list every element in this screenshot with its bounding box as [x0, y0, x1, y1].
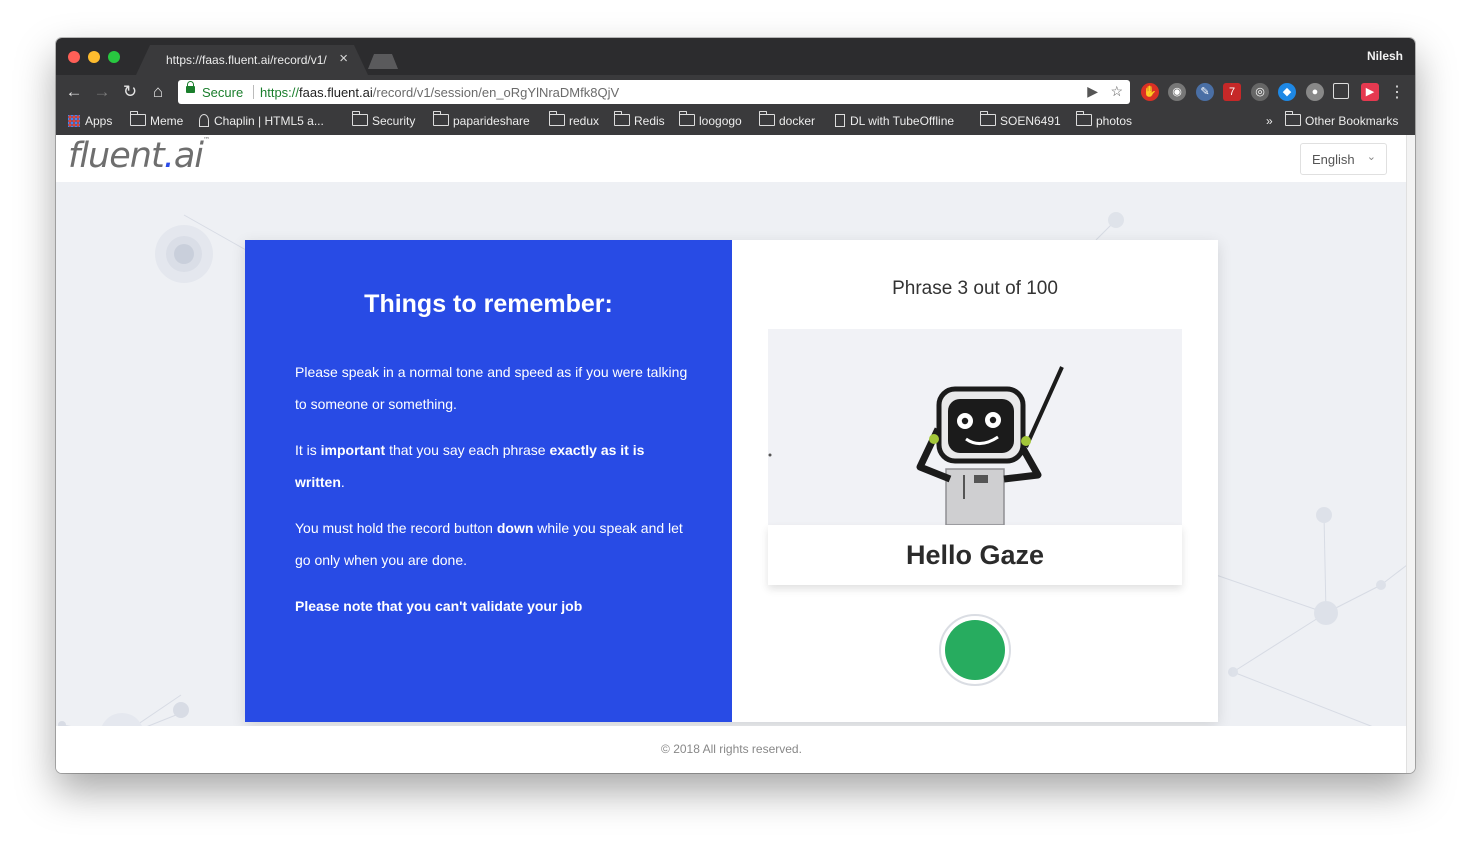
back-arrow-icon[interactable]: ← [63, 81, 85, 103]
record-button-fill [945, 620, 1005, 680]
url-host: faas.fluent.ai [299, 85, 373, 100]
camera-icon[interactable]: ▶ [1087, 83, 1098, 100]
instruction-tone: Please speak in a normal tone and speed … [295, 364, 688, 412]
site-header: fluent.ai™ English ⌄ [56, 135, 1407, 182]
folder-icon [433, 111, 449, 126]
robot-icon [768, 366, 1064, 525]
bookmark-docker[interactable]: docker [759, 111, 815, 128]
secure-label: Secure [202, 85, 244, 100]
folder-icon [1285, 111, 1301, 126]
apps-grid-icon [68, 115, 80, 127]
bookmark-soen6491[interactable]: SOEN6491 [980, 111, 1061, 128]
profile-name[interactable]: Nilesh [1367, 49, 1403, 63]
browser-toolbar: ← → ↻ ⌂ Secure https://faas.fluent.ai/re… [56, 75, 1415, 109]
folder-icon [759, 111, 775, 126]
copyright-text: © 2018 All rights reserved. [661, 742, 802, 756]
home-icon[interactable]: ⌂ [147, 81, 169, 103]
bookmark-apps[interactable]: Apps [68, 114, 112, 128]
page-icon [835, 114, 845, 127]
recorder-panel: Phrase 3 out of 100 Hello Gaze [732, 240, 1218, 722]
folder-icon [679, 111, 695, 126]
browser-window: https://faas.fluent.ai/record/v1/ × Nile… [56, 38, 1415, 773]
extension-diamond-icon[interactable]: ◆ [1278, 83, 1296, 101]
folder-icon [130, 111, 146, 126]
tab-close-icon[interactable]: × [339, 50, 348, 67]
bookmarks-overflow-button[interactable]: » [1266, 114, 1273, 128]
folder-icon [980, 111, 996, 126]
forward-arrow-icon[interactable]: → [91, 81, 113, 103]
folder-icon [1076, 111, 1092, 126]
instructions-panel: Things to remember: Please speak in a no… [245, 240, 732, 722]
instruction-hold: You must hold the record button down whi… [295, 520, 683, 568]
star-icon[interactable]: ☆ [1110, 83, 1123, 100]
bookmark-security[interactable]: Security [352, 111, 415, 128]
url-path: /record/v1/session/en_oRgYlNraDMfk8QjV [372, 85, 620, 100]
extension-robot-icon[interactable]: ● [1306, 83, 1324, 101]
tab-title: https://faas.fluent.ai/record/v1/ [166, 53, 327, 67]
recording-card: Things to remember: Please speak in a no… [245, 240, 1218, 722]
url-scheme: https:// [260, 85, 300, 100]
fluent-ai-logo[interactable]: fluent.ai™ [68, 136, 210, 176]
bookmark-photos[interactable]: photos [1076, 111, 1132, 128]
language-value: English [1312, 152, 1355, 167]
new-tab-button[interactable] [368, 54, 398, 69]
url-text[interactable]: https://faas.fluent.ai/record/v1/session… [260, 85, 619, 100]
tab-strip: https://faas.fluent.ai/record/v1/ × Nile… [56, 38, 1415, 75]
folder-icon [614, 111, 630, 126]
extension-adblock-icon[interactable]: ✋ [1141, 83, 1159, 101]
site-footer: © 2018 All rights reserved. [56, 726, 1407, 773]
page-content: fluent.ai™ English ⌄ Things to remember:… [56, 135, 1407, 773]
lock-icon [186, 81, 195, 93]
record-button[interactable] [939, 614, 1011, 686]
zoom-window-button[interactable] [108, 51, 120, 63]
extension-badge-icon[interactable]: 7 [1223, 83, 1241, 101]
bookmark-dl-tubeoffline[interactable]: DL with TubeOffline [835, 114, 954, 128]
close-window-button[interactable] [68, 51, 80, 63]
bookmark-loogogo[interactable]: loogogo [679, 111, 742, 128]
instruction-validate-note: Please note that you can't validate your… [295, 598, 583, 614]
extension-crop-icon[interactable] [1333, 83, 1349, 99]
menu-icon[interactable]: ⋮ [1389, 82, 1405, 102]
bookmark-redux[interactable]: redux [549, 111, 599, 128]
active-tab[interactable]: https://faas.fluent.ai/record/v1/ × [136, 45, 368, 75]
instruction-exact: It is important that you say each phrase… [295, 442, 645, 490]
page-scrollbar[interactable] [1406, 135, 1415, 773]
bookmark-chaplin[interactable]: Chaplin | HTML5 a... [199, 114, 324, 128]
bookmarks-bar: Apps Meme Chaplin | HTML5 a... Security … [56, 109, 1415, 136]
phrase-card: Hello Gaze [768, 525, 1182, 585]
minimize-window-button[interactable] [88, 51, 100, 63]
phrase-text: Hello Gaze [905, 540, 1045, 570]
bookmark-paparideshare[interactable]: paparideshare [433, 111, 530, 128]
chevron-down-icon: ⌄ [1366, 151, 1376, 163]
extension-video-icon[interactable]: ▶ [1361, 83, 1379, 101]
bookmark-redis[interactable]: Redis [614, 111, 665, 128]
language-select[interactable]: English ⌄ [1300, 143, 1387, 175]
robot-illustration [768, 329, 1182, 525]
extension-screenshot-icon[interactable]: ◉ [1168, 83, 1186, 101]
address-separator [253, 85, 254, 99]
bookmark-other[interactable]: Other Bookmarks [1285, 111, 1398, 128]
hat-icon [199, 114, 209, 127]
extension-pen-icon[interactable]: ✎ [1196, 83, 1214, 101]
folder-icon [352, 111, 368, 126]
bookmark-meme[interactable]: Meme [130, 111, 183, 128]
instructions-title: Things to remember: [364, 290, 613, 318]
reload-icon[interactable]: ↻ [119, 81, 141, 103]
phrase-progress: Phrase 3 out of 100 [892, 278, 1058, 299]
extension-target-icon[interactable]: ◎ [1251, 83, 1269, 101]
folder-icon [549, 111, 565, 126]
address-bar[interactable]: Secure https://faas.fluent.ai/record/v1/… [178, 80, 1130, 104]
